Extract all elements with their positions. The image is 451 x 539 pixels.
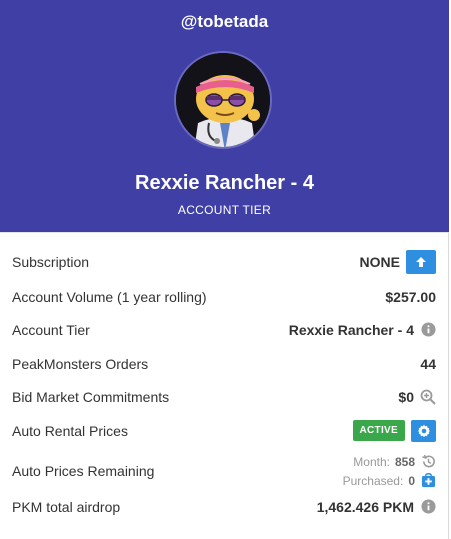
orders-label: PeakMonsters Orders — [12, 355, 149, 372]
subscription-row: Subscription NONE — [0, 245, 449, 278]
airdrop-value: 1,462.426 PKM — [316, 498, 414, 515]
account-tier-title: Rexxie Rancher - 4 — [135, 172, 314, 194]
airdrop-label: PKM total airdrop — [12, 498, 121, 515]
auto-remaining-label: Auto Prices Remaining — [12, 463, 155, 479]
auto-rental-label: Auto Rental Prices — [12, 422, 128, 439]
info-icon[interactable] — [420, 499, 436, 515]
header-divider — [0, 232, 449, 233]
rexxie-avatar-icon — [176, 53, 270, 147]
account-volume-label: Account Volume (1 year rolling) — [12, 288, 207, 305]
info-icon[interactable] — [420, 322, 436, 338]
history-icon[interactable] — [420, 454, 436, 470]
bid-market-value: $0 — [398, 388, 414, 405]
upgrade-subscription-button[interactable] — [406, 249, 436, 274]
account-volume-row: Account Volume (1 year rolling) $257.00 — [0, 280, 449, 313]
profile-header: @tobetada Rexxie Rancher - 4 ACCOUNT TIE… — [0, 0, 449, 232]
orders-row: PeakMonsters Orders 44 — [0, 347, 449, 380]
account-tier-label: Account Tier — [12, 321, 90, 338]
status-badge: ACTIVE — [352, 420, 405, 441]
bid-market-row: Bid Market Commitments $0 — [0, 380, 449, 413]
account-tier-subtitle: ACCOUNT TIER — [177, 203, 272, 217]
auto-rental-row: Auto Rental Prices ACTIVE — [0, 414, 449, 447]
zoom-in-icon[interactable] — [420, 389, 436, 405]
month-value: 858 — [394, 454, 415, 469]
account-volume-value: $257.00 — [385, 288, 436, 305]
month-label: Month: — [353, 454, 390, 469]
airdrop-row: PKM total airdrop 1,462.426 PKM — [0, 490, 449, 523]
bid-market-label: Bid Market Commitments — [12, 388, 170, 405]
account-card: @tobetada Rexxie Rancher - 4 ACCOUNT TIE… — [0, 0, 449, 539]
subscription-value: NONE — [359, 253, 400, 270]
arrow-up-icon — [416, 256, 426, 267]
purchased-value: 0 — [408, 473, 415, 488]
auto-remaining-row: Auto Prices Remaining Month: 858 Purchas… — [0, 446, 449, 496]
account-tier-row: Account Tier Rexxie Rancher - 4 — [0, 313, 449, 346]
cart-plus-icon[interactable] — [420, 473, 436, 489]
subscription-label: Subscription — [12, 253, 90, 270]
auto-rental-settings-button[interactable] — [411, 419, 436, 442]
username: @tobetada — [180, 12, 269, 31]
account-tier-value: Rexxie Rancher - 4 — [288, 321, 414, 338]
purchased-label: Purchased: — [342, 473, 404, 488]
orders-value: 44 — [420, 355, 436, 372]
avatar — [174, 51, 272, 149]
gear-icon — [417, 424, 430, 437]
